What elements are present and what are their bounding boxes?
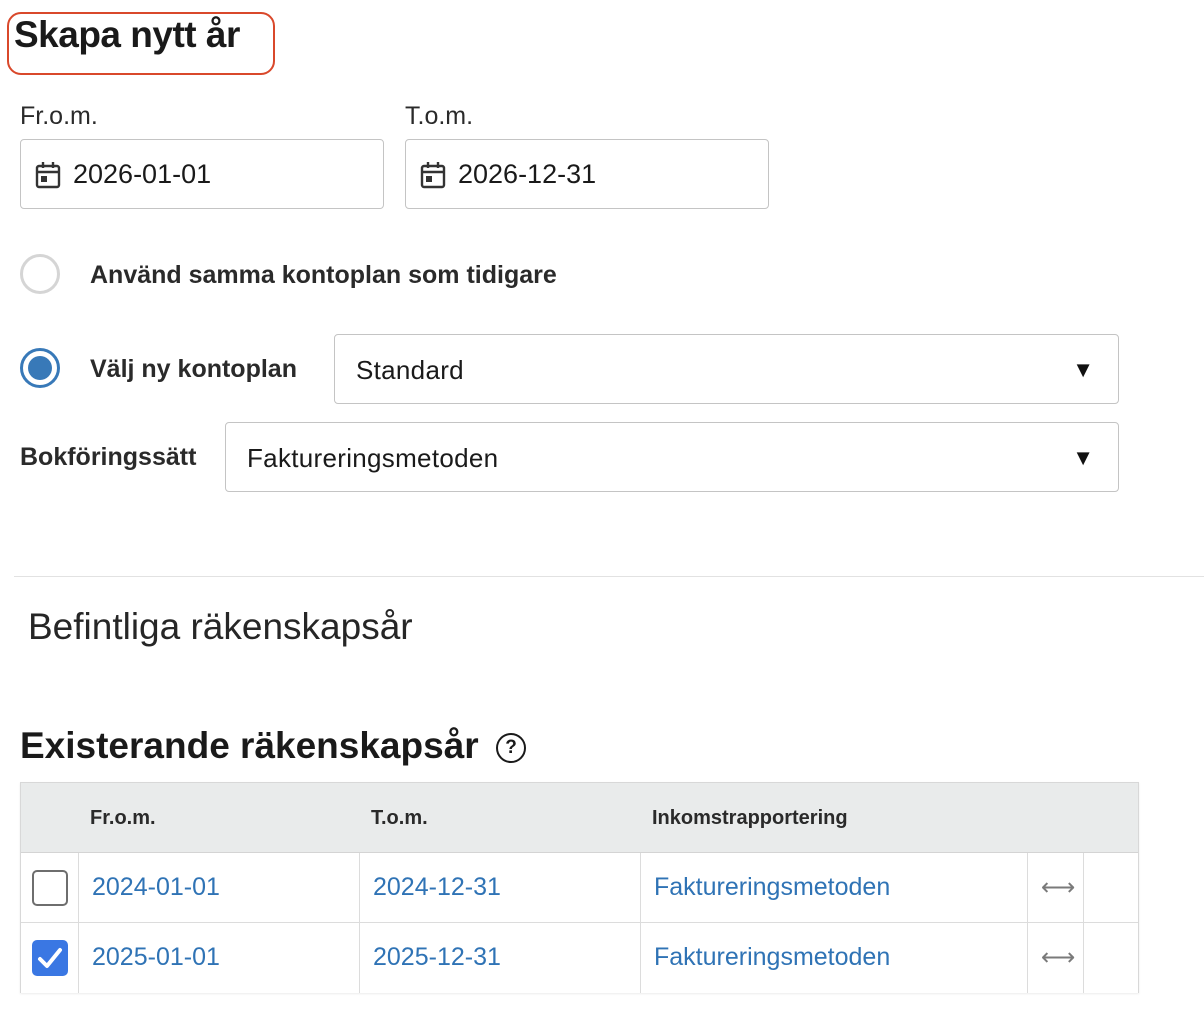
cell-divider <box>640 853 641 923</box>
bokforing-select-value: Faktureringsmetoden <box>247 443 499 473</box>
cell-divider <box>640 923 641 993</box>
help-icon[interactable]: ? <box>496 733 526 763</box>
fiscal-years-table: Fr.o.m. T.o.m. Inkomstrapportering 2024-… <box>20 782 1139 993</box>
radio-new-kontoplan-label: Välj ny kontoplan <box>90 355 297 383</box>
expand-arrows-icon[interactable]: ⟷ <box>1041 873 1075 902</box>
row-checkbox[interactable] <box>32 870 68 906</box>
column-header-from: Fr.o.m. <box>90 807 156 829</box>
row-method-link[interactable]: Faktureringsmetoden <box>654 873 890 902</box>
cell-divider <box>1027 923 1028 993</box>
cell-divider <box>78 923 79 993</box>
table-row: 2024-01-01 2024-12-31 Faktureringsmetode… <box>21 853 1138 923</box>
radio-same-kontoplan-label: Använd samma kontoplan som tidigare <box>90 261 557 289</box>
to-label: T.o.m. <box>405 102 474 130</box>
table-row: 2025-01-01 2025-12-31 Faktureringsmetode… <box>21 923 1138 993</box>
column-header-method: Inkomstrapportering <box>652 807 848 829</box>
cell-divider <box>1027 853 1028 923</box>
row-method-link[interactable]: Faktureringsmetoden <box>654 943 890 972</box>
existing-years-heading: Existerande räkenskapsår <box>20 725 479 766</box>
cell-divider <box>359 853 360 923</box>
to-date-input[interactable]: 2026-12-31 <box>405 139 769 209</box>
chevron-down-icon: ▼ <box>1072 445 1094 470</box>
row-from-link[interactable]: 2024-01-01 <box>92 873 220 902</box>
row-to-link[interactable]: 2025-12-31 <box>373 943 501 972</box>
section-divider <box>14 576 1204 577</box>
checkmark-icon <box>38 948 62 968</box>
calendar-icon <box>420 162 446 189</box>
cell-divider <box>359 923 360 993</box>
cell-divider <box>1083 853 1084 923</box>
cell-divider <box>78 853 79 923</box>
bokforing-label: Bokföringssätt <box>20 443 197 471</box>
kontoplan-select-value: Standard <box>356 355 464 385</box>
bokforing-select[interactable]: Faktureringsmetoden ▼ <box>225 422 1119 492</box>
column-header-to: T.o.m. <box>371 807 428 829</box>
radio-new-kontoplan[interactable] <box>20 348 60 388</box>
row-from-link[interactable]: 2025-01-01 <box>92 943 220 972</box>
row-to-link[interactable]: 2024-12-31 <box>373 873 501 902</box>
table-header: Fr.o.m. T.o.m. Inkomstrapportering <box>21 783 1138 853</box>
to-date-value: 2026-12-31 <box>458 159 597 189</box>
cell-divider <box>1083 923 1084 993</box>
kontoplan-select[interactable]: Standard ▼ <box>334 334 1119 404</box>
row-checkbox[interactable] <box>32 940 68 976</box>
from-date-value: 2026-01-01 <box>73 159 212 189</box>
page-title: Skapa nytt år <box>14 14 240 55</box>
from-date-input[interactable]: 2026-01-01 <box>20 139 384 209</box>
radio-same-kontoplan[interactable] <box>20 254 60 294</box>
expand-arrows-icon[interactable]: ⟷ <box>1041 943 1075 972</box>
from-label: Fr.o.m. <box>20 102 98 130</box>
section-heading: Befintliga räkenskapsår <box>28 606 413 647</box>
chevron-down-icon: ▼ <box>1072 357 1094 382</box>
calendar-icon <box>35 162 61 189</box>
